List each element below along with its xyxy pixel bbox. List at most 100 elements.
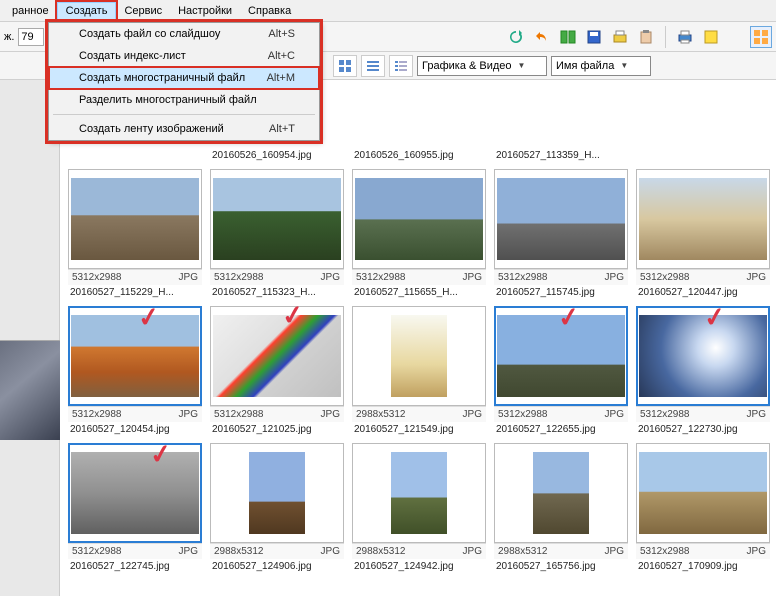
thumb-dim: 5312x2988 [640, 272, 690, 283]
thumb-filename: 20160527_121025.jpg [210, 422, 344, 435]
thumb-item[interactable]: 20160527_113359_H... [494, 90, 628, 161]
thumb-item[interactable]: 5312x2988 JPG 20160527_115745.jpg [494, 169, 628, 298]
thumb-dim: 5312x2988 [72, 409, 122, 420]
thumb-item[interactable]: 2988x5312 JPG 20160527_165756.jpg [494, 443, 628, 572]
menu-favorites[interactable]: ранное [4, 3, 57, 19]
refresh-icon[interactable] [505, 26, 527, 48]
menu-label: Создать многостраничный файл [79, 72, 245, 84]
menu-create[interactable]: Создать [57, 2, 117, 20]
thumb-dim: 2988x5312 [498, 546, 548, 557]
thumb-filename: 20160527_115745.jpg [494, 285, 628, 298]
thumb-filename: 20160527_165756.jpg [494, 559, 628, 572]
thumb-filename: 20160527_120447.jpg [636, 285, 770, 298]
thumb-fmt: JPG [605, 272, 624, 283]
thumb-item[interactable]: 20160526_160955.jpg [352, 90, 486, 161]
thumb-item[interactable]: 2988x5312JPG 20160527_121549.jpg [352, 306, 486, 435]
thumb-fmt: JPG [321, 546, 340, 557]
menu-settings[interactable]: Настройки [170, 3, 240, 19]
thumb-item[interactable]: 5312x2988JPG 20160527_170909.jpg [636, 443, 770, 572]
thumb-item[interactable]: 2988x5312JPG 20160527_124906.jpg [210, 443, 344, 572]
sort-combo[interactable]: Имя файла ▼ [551, 56, 651, 76]
thumb-filename: 20160527_170909.jpg [636, 559, 770, 572]
menu-create-indexlist[interactable]: Создать индекс-лист Alt+C [49, 45, 319, 67]
thumb-dim: 5312x2988 [72, 546, 122, 557]
scanner-icon[interactable] [609, 26, 631, 48]
menu-create-multipage[interactable]: Создать многостраничный файл Alt+M [49, 67, 319, 89]
thumb-dim: 5312x2988 [498, 272, 548, 283]
menu-shortcut: Alt+S [268, 28, 295, 40]
thumb-image [639, 315, 767, 397]
view-details[interactable] [389, 55, 413, 77]
thumb-dim: 5312x2988 [640, 409, 690, 420]
thumb-fmt: JPG [463, 409, 482, 420]
panels-icon[interactable] [557, 26, 579, 48]
clipboard-icon[interactable] [635, 26, 657, 48]
thumb-item[interactable]: ✓ 5312x2988JPG 20160527_121025.jpg [210, 306, 344, 435]
menu-create-slideshow[interactable]: Создать файл со слайдшоу Alt+S [49, 23, 319, 45]
menu-split-multipage[interactable]: Разделить многостраничный файл [49, 89, 319, 111]
thumb-image [71, 315, 199, 397]
thumb-filename: 20160526_160955.jpg [352, 148, 486, 161]
thumb-filename: 20160527_113359_H... [494, 148, 628, 161]
thumb-item[interactable]: 2988x5312 JPG 20160527_124942.jpg [352, 443, 486, 572]
thumb-fmt: JPG [463, 272, 482, 283]
thumb-dim: 2988x5312 [356, 546, 406, 557]
thumb-item[interactable]: 5312x2988JPG 20160527_115229_H... [68, 169, 202, 298]
filter-combo[interactable]: Графика & Видео ▼ [417, 56, 547, 76]
thumb-dim: 5312x2988 [214, 409, 264, 420]
thumb-filename: 20160527_115229_H... [68, 285, 202, 298]
thumb-filename: 20160527_122655.jpg [494, 422, 628, 435]
thumb-meta: 5312x2988JPG [352, 269, 486, 285]
save-icon[interactable] [583, 26, 605, 48]
thumb-image [355, 178, 483, 260]
thumb-filename: 20160526_160954.jpg [210, 148, 344, 161]
thumb-box [494, 169, 628, 269]
print-icon[interactable] [674, 26, 696, 48]
thumb-filename: 20160527_124942.jpg [352, 559, 486, 572]
thumb-box [352, 169, 486, 269]
thumb-fmt: JPG [179, 272, 198, 283]
menu-create-strip[interactable]: Создать ленту изображений Alt+T [49, 118, 319, 140]
thumbnails-grid: 20160526_160954.jpg 20160526_160955.jpg … [68, 90, 768, 572]
thumb-image [213, 315, 341, 397]
thumb-box [210, 443, 344, 543]
menu-service[interactable]: Сервис [116, 3, 170, 19]
tool-icon[interactable] [700, 26, 722, 48]
menu-shortcut: Alt+T [269, 123, 295, 135]
main-area: 20160526_160954.jpg 20160526_160955.jpg … [0, 80, 776, 596]
thumb-meta: 5312x2988JPG [68, 543, 202, 559]
thumb-filename: 20160527_115323_H... [210, 285, 344, 298]
zoom-input[interactable] [18, 28, 44, 46]
thumb-item[interactable]: ✓ 5312x2988JPG 20160527_122730.jpg [636, 306, 770, 435]
thumb-dim: 2988x5312 [214, 546, 264, 557]
thumb-item[interactable]: ✓ 5312x2988JPG 20160527_122655.jpg [494, 306, 628, 435]
thumb-item[interactable]: ✓ 5312x2988JPG 20160527_122745.jpg [68, 443, 202, 572]
menu-help[interactable]: Справка [240, 3, 299, 19]
thumb-fmt: JPG [747, 546, 766, 557]
thumb-fmt: JPG [463, 546, 482, 557]
thumb-fmt: JPG [605, 546, 624, 557]
view-list[interactable] [361, 55, 385, 77]
thumb-filename: 20160527_122745.jpg [68, 559, 202, 572]
thumb-item[interactable]: 5312x2988JPG 20160527_115323_H... [210, 169, 344, 298]
thumb-image [533, 452, 589, 534]
thumb-meta: 5312x2988JPG [68, 406, 202, 422]
thumb-image [391, 315, 447, 397]
thumb-fmt: JPG [321, 409, 340, 420]
thumb-image [71, 178, 199, 260]
thumb-item[interactable]: ✓ 5312x2988JPG 20160527_120454.jpg [68, 306, 202, 435]
toolbar-divider [665, 26, 666, 48]
thumb-dim: 5312x2988 [214, 272, 264, 283]
thumb-meta: 5312x2988 JPG [210, 406, 344, 422]
thumb-meta: 5312x2988JPG [494, 406, 628, 422]
view-large-icons[interactable] [333, 55, 357, 77]
thumb-item[interactable]: 5312x2988JPG 20160527_115655_H... [352, 169, 486, 298]
thumbnails-mode-icon[interactable] [750, 26, 772, 48]
thumb-image [213, 178, 341, 260]
menu-label: Разделить многостраничный файл [79, 94, 257, 106]
thumb-box [352, 443, 486, 543]
thumb-box [494, 443, 628, 543]
thumb-box [68, 169, 202, 269]
thumb-item[interactable]: 5312x2988JPG 20160527_120447.jpg [636, 169, 770, 298]
undo-icon[interactable] [531, 26, 553, 48]
